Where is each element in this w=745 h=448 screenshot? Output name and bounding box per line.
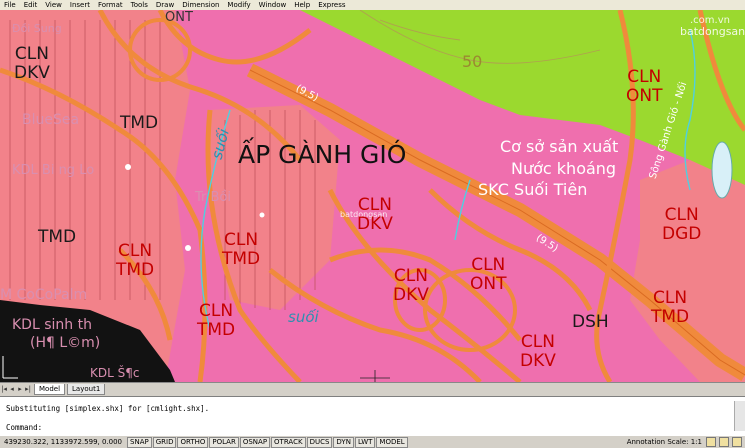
otrack-toggle[interactable]: OTRACK	[271, 436, 306, 448]
menu-window[interactable]: Window	[255, 0, 291, 10]
osnap-toggle[interactable]: OSNAP	[239, 436, 271, 448]
command-prompt[interactable]: Command:	[6, 423, 42, 432]
menu-view[interactable]: View	[41, 0, 66, 10]
parcel-label: CLN TMD	[197, 301, 236, 340]
tab-prev-icon[interactable]: ◂	[8, 385, 16, 393]
menu-express[interactable]: Express	[314, 0, 349, 10]
parcel-label: CLN DKV	[520, 332, 556, 371]
contour-label: 50	[462, 52, 483, 71]
snap-toggle[interactable]: SNAP	[127, 436, 152, 448]
ghost-doi-sung: Đồi Sung	[12, 22, 62, 35]
suoi-label-2: suối	[288, 308, 319, 326]
layout-tabs: |◂ ◂ ▸ ▸| Model Layout1	[0, 382, 745, 395]
ducs-toggle[interactable]: DUCS	[306, 436, 333, 448]
parcel-label: TMD	[38, 227, 77, 247]
drawing-canvas[interactable]: .com.vn batdongsan batdongsan ẤP GÀNH GI…	[0, 10, 745, 382]
parcel-label: DSH	[572, 312, 609, 332]
menu-edit[interactable]: Edit	[20, 0, 42, 10]
status-bar: 439230.322, 1133972.599, 0.000 SNAP GRID…	[0, 435, 745, 448]
tab-layout1[interactable]: Layout1	[67, 383, 106, 395]
model-toggle[interactable]: MODEL	[376, 436, 408, 448]
tray-clean-screen-icon[interactable]	[732, 437, 742, 447]
ghost-kdl-1: KDL Bi ng Lo	[12, 163, 95, 178]
menu-modify[interactable]: Modify	[223, 0, 254, 10]
ghost-hl: (H¶ L©m)	[30, 335, 101, 351]
tab-first-icon[interactable]: |◂	[0, 385, 8, 393]
parcel-label: CLN ONT	[470, 255, 507, 294]
tab-next-icon[interactable]: ▸	[16, 385, 24, 393]
command-window[interactable]: Substituting [simplex.shx] for [cmlight.…	[0, 396, 745, 435]
command-scrollbar[interactable]	[734, 401, 745, 431]
menu-dimension[interactable]: Dimension	[178, 0, 223, 10]
parcel-label: CLN DKV	[393, 266, 429, 305]
menu-bar: File Edit View Insert Format Tools Draw …	[0, 0, 745, 10]
ghost-cocopalm: M CoCoPalm	[0, 287, 88, 303]
place-name: ẤP GÀNH GIÓ	[238, 140, 407, 169]
grid-toggle[interactable]: GRID	[152, 436, 177, 448]
ghost-kdl-2: KDL sinh th	[12, 317, 92, 333]
top-text: ONT	[165, 10, 193, 25]
ghost-bluesea: BlueSea	[22, 112, 80, 128]
tab-last-icon[interactable]: ▸|	[24, 385, 32, 393]
dyn-toggle[interactable]: DYN	[333, 436, 354, 448]
parcel-label: CLN ONT	[626, 67, 663, 106]
factory-line-1: Cơ sở sản xuất	[500, 137, 619, 156]
ortho-toggle[interactable]: ORTHO	[177, 436, 209, 448]
ghost-tr-boi: Tr Bồi	[195, 190, 231, 205]
menu-insert[interactable]: Insert	[66, 0, 94, 10]
command-history: Substituting [simplex.shx] for [cmlight.…	[6, 404, 210, 413]
coordinates-readout: 439230.322, 1133972.599, 0.000	[4, 438, 123, 446]
annotation-scale[interactable]: Annotation Scale: 1:1	[627, 436, 706, 448]
menu-format[interactable]: Format	[94, 0, 127, 10]
parcel-label: TMD	[120, 113, 159, 133]
menu-tools[interactable]: Tools	[127, 0, 152, 10]
parcel-label: CLN DKV	[357, 195, 393, 234]
parcel-label: CLN TMD	[651, 288, 690, 327]
factory-line-3: SKC Suối Tiên	[478, 180, 588, 199]
parcel-label: CLN DKV	[14, 44, 50, 83]
tab-model[interactable]: Model	[34, 383, 66, 395]
tray-settings-icon[interactable]	[719, 437, 729, 447]
factory-line-2: Nước khoáng	[511, 159, 617, 178]
watermark: batdongsan	[680, 25, 745, 38]
ucs-icon	[2, 356, 18, 379]
menu-file[interactable]: File	[0, 0, 20, 10]
lake	[711, 141, 733, 199]
parcel-label: CLN TMD	[116, 241, 155, 280]
menu-draw[interactable]: Draw	[152, 0, 178, 10]
tray-lock-icon[interactable]	[706, 437, 716, 447]
crosshair-icon	[360, 370, 390, 382]
polar-toggle[interactable]: POLAR	[209, 436, 239, 448]
menu-help[interactable]: Help	[290, 0, 314, 10]
lwt-toggle[interactable]: LWT	[354, 436, 376, 448]
parcel-label: CLN DGD	[662, 205, 702, 244]
parcel-label: CLN TMD	[222, 230, 261, 269]
ghost-kdl-3: KDL Š¶c	[90, 366, 140, 380]
